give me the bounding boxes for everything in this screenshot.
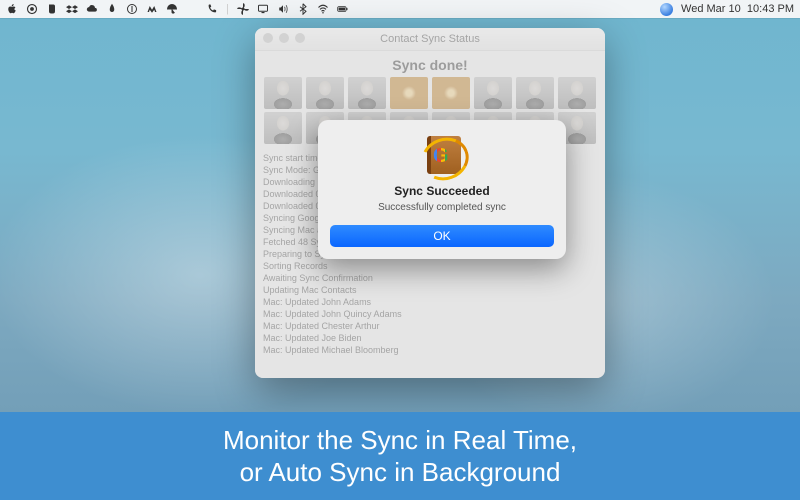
battery-icon[interactable] <box>337 3 349 15</box>
log-line: Sorting Records <box>263 260 597 272</box>
macos-menubar: | Wed Mar 10 10:43 PM <box>0 0 800 18</box>
dialog-message: Successfully completed sync <box>378 202 506 213</box>
sync-result-dialog: G Sync Succeeded Successfully completed … <box>318 120 566 259</box>
close-icon[interactable] <box>263 33 273 43</box>
moon-icon[interactable] <box>186 3 198 15</box>
cloud-upload-icon[interactable] <box>86 3 98 15</box>
log-line: Mac: Updated John Adams <box>263 296 597 308</box>
malwarebytes-icon[interactable] <box>146 3 158 15</box>
log-line: Awaiting Sync Confirmation <box>263 272 597 284</box>
window-traffic-lights[interactable] <box>263 33 305 43</box>
contact-thumb <box>558 77 596 109</box>
cloud-app-icon[interactable] <box>26 3 38 15</box>
log-line: Mac: Updated Michael Bloomberg <box>263 344 597 356</box>
contact-thumb-row-1 <box>263 77 597 109</box>
zoom-icon[interactable] <box>295 33 305 43</box>
display-icon[interactable] <box>257 3 269 15</box>
apple-menu-icon[interactable] <box>6 3 18 15</box>
contact-thumb <box>474 77 512 109</box>
umbrella-icon[interactable] <box>166 3 178 15</box>
sync-heading: Sync done! <box>263 57 597 73</box>
fan-icon[interactable] <box>237 3 249 15</box>
app-icon: G <box>421 134 463 176</box>
phone-icon[interactable] <box>206 3 218 15</box>
caption-line-2: or Auto Sync in Background <box>240 456 561 488</box>
contact-thumb <box>348 77 386 109</box>
log-line: Mac: Updated John Quincy Adams <box>263 308 597 320</box>
chat-status-icon[interactable] <box>660 3 673 16</box>
log-line: Mac: Updated Joe Biden <box>263 332 597 344</box>
contact-thumb <box>516 77 554 109</box>
app-book-icon <box>390 77 428 109</box>
window-title: Contact Sync Status <box>380 33 480 45</box>
backblaze-icon[interactable] <box>106 3 118 15</box>
wifi-icon[interactable] <box>317 3 329 15</box>
caption-line-1: Monitor the Sync in Real Time, <box>223 424 577 456</box>
contact-thumb <box>264 112 302 144</box>
bluetooth-icon[interactable] <box>297 3 309 15</box>
evernote-icon[interactable] <box>46 3 58 15</box>
volume-icon[interactable] <box>277 3 289 15</box>
dropbox-icon[interactable] <box>66 3 78 15</box>
contact-thumb <box>264 77 302 109</box>
sync-ring-icon <box>432 77 470 109</box>
promo-caption: Monitor the Sync in Real Time, or Auto S… <box>0 412 800 500</box>
ok-button[interactable]: OK <box>330 225 554 247</box>
minimize-icon[interactable] <box>279 33 289 43</box>
window-titlebar[interactable]: Contact Sync Status <box>255 28 605 51</box>
dialog-title: Sync Succeeded <box>394 184 489 198</box>
log-line: Mac: Updated Chester Arthur <box>263 320 597 332</box>
menubar-clock[interactable]: Wed Mar 10 10:43 PM <box>681 3 794 15</box>
contact-thumb <box>306 77 344 109</box>
log-line: Updating Mac Contacts <box>263 284 597 296</box>
one-password-icon[interactable] <box>126 3 138 15</box>
